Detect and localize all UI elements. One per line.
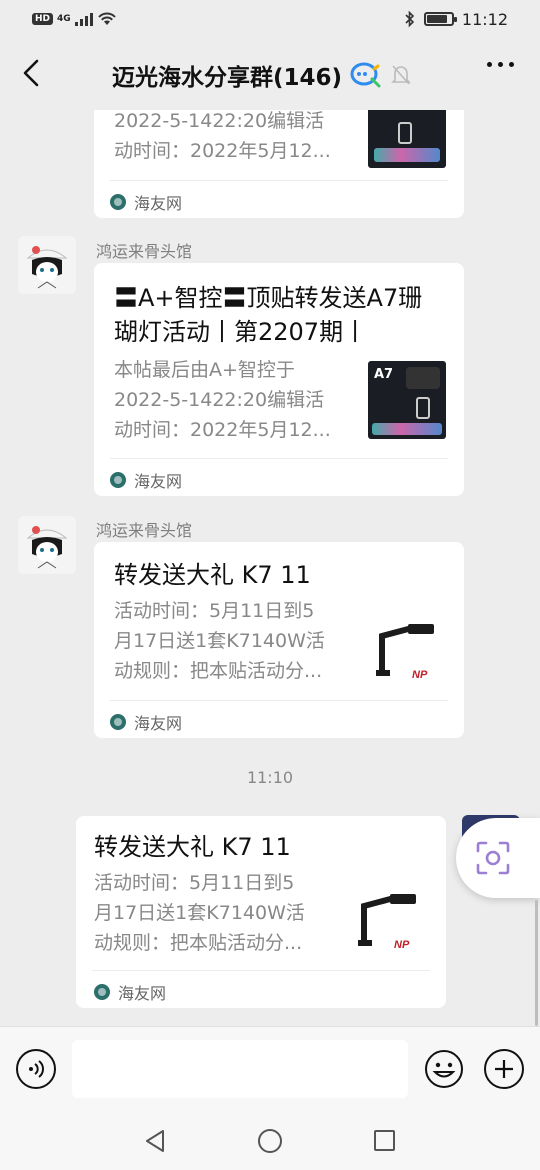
status-bar: HD 4G 11:12 bbox=[0, 0, 540, 38]
sender-name: 鸿运来骨头馆 bbox=[96, 242, 193, 261]
card-desc: 2022-5-1422:20编辑活 动时间：2022年5月12... bbox=[114, 110, 331, 162]
card-source: 海友网 bbox=[110, 468, 182, 492]
haiyou-logo-icon bbox=[94, 984, 110, 1000]
mute-bell-icon bbox=[391, 65, 411, 85]
sender-name: 鸿运来骨头馆 bbox=[96, 521, 193, 540]
status-left: HD 4G bbox=[32, 11, 117, 27]
signal-icon bbox=[74, 12, 93, 26]
svg-text:NP: NP bbox=[394, 939, 410, 951]
battery-icon bbox=[423, 12, 457, 26]
hd-badge: HD bbox=[32, 13, 54, 25]
card-title: 〓A+智控〓顶贴转发送A7珊 瑚灯活动丨第2207期丨 bbox=[114, 284, 423, 346]
plus-button[interactable] bbox=[484, 1049, 524, 1089]
card-thumbnail: NP bbox=[368, 614, 446, 692]
status-time: 11:12 bbox=[461, 9, 508, 29]
nav-back-icon[interactable] bbox=[144, 1129, 166, 1153]
card-source: 海友网 bbox=[110, 710, 182, 734]
card-source: 海友网 bbox=[110, 190, 182, 214]
card-desc: 活动时间：5月11日到5 月17日送1套K7140W活 动规则：把本贴活动分..… bbox=[114, 600, 325, 682]
voice-icon bbox=[29, 1060, 44, 1078]
time-divider: 11:10 bbox=[246, 768, 294, 787]
scrollbar[interactable] bbox=[535, 900, 538, 1026]
wifi-icon bbox=[97, 12, 116, 25]
nav-home-icon[interactable] bbox=[258, 1129, 282, 1153]
lamp-stand-icon: NP bbox=[376, 624, 434, 681]
svg-text:NP: NP bbox=[412, 669, 428, 681]
emoji-button[interactable] bbox=[424, 1049, 464, 1089]
card-title: 转发送大礼 K7 11 bbox=[114, 561, 311, 589]
message-input[interactable] bbox=[72, 1040, 408, 1098]
more-icon bbox=[487, 62, 492, 67]
card-divider bbox=[110, 180, 448, 181]
input-bar bbox=[0, 1026, 540, 1112]
card-divider bbox=[110, 700, 448, 701]
lamp-stand-icon: NP bbox=[358, 894, 416, 951]
card-source: 海友网 bbox=[94, 980, 166, 1004]
card-thumbnail: A7 bbox=[368, 361, 446, 439]
chat-title[interactable]: 迈光海水分享群(146) bbox=[112, 58, 342, 92]
link-card[interactable]: 〓A+智控〓顶贴转发送A7珊 瑚灯活动丨第2207期丨 本帖最后由A+智控于 2… bbox=[94, 263, 464, 496]
voice-button[interactable] bbox=[16, 1049, 56, 1089]
card-desc: 本帖最后由A+智控于 2022-5-1422:20编辑活 动时间：2022年5月… bbox=[114, 359, 331, 441]
system-nav-bar bbox=[0, 1112, 540, 1170]
chat-header: 迈光海水分享群(146) bbox=[0, 38, 540, 110]
card-divider bbox=[92, 970, 430, 971]
haiyou-logo-icon bbox=[110, 714, 126, 730]
card-title: 转发送大礼 K7 11 bbox=[94, 833, 291, 861]
link-card[interactable]: 2022-5-1422:20编辑活 动时间：2022年5月12... 海友网 bbox=[94, 110, 464, 218]
back-button[interactable] bbox=[14, 56, 48, 90]
emoji-icon bbox=[425, 1050, 463, 1088]
status-right: 11:12 bbox=[404, 10, 508, 29]
plus-icon bbox=[495, 1060, 513, 1078]
scan-camera-icon bbox=[476, 841, 510, 875]
own-link-card[interactable]: 转发送大礼 K7 11 活动时间：5月11日到5 月17日送1套K7140W活 … bbox=[76, 816, 446, 1008]
back-arrow-icon bbox=[23, 59, 39, 87]
avatar-cartoon-icon bbox=[18, 236, 76, 294]
scan-float-button[interactable] bbox=[456, 818, 540, 898]
group-chat-icon[interactable] bbox=[350, 61, 382, 89]
title-wrap: 迈光海水分享群(146) bbox=[112, 58, 412, 92]
nav-recent-icon[interactable] bbox=[374, 1130, 395, 1151]
avatar-cartoon-icon bbox=[18, 516, 76, 574]
haiyou-logo-icon bbox=[110, 194, 126, 210]
avatar[interactable] bbox=[18, 236, 76, 294]
card-thumbnail bbox=[368, 110, 446, 168]
card-thumbnail: NP bbox=[350, 884, 428, 962]
network-label: 4G bbox=[57, 14, 71, 24]
chat-area[interactable]: 2022-5-1422:20编辑活 动时间：2022年5月12... 海友网 鸿… bbox=[0, 110, 540, 1026]
avatar[interactable] bbox=[18, 516, 76, 574]
card-desc: 活动时间：5月11日到5 月17日送1套K7140W活 动规则：把本贴活动分..… bbox=[94, 872, 305, 954]
more-button[interactable] bbox=[487, 62, 514, 67]
bluetooth-icon bbox=[405, 10, 415, 28]
haiyou-logo-icon bbox=[110, 472, 126, 488]
link-card[interactable]: 转发送大礼 K7 11 活动时间：5月11日到5 月17日送1套K7140W活 … bbox=[94, 542, 464, 738]
card-divider bbox=[110, 458, 448, 459]
